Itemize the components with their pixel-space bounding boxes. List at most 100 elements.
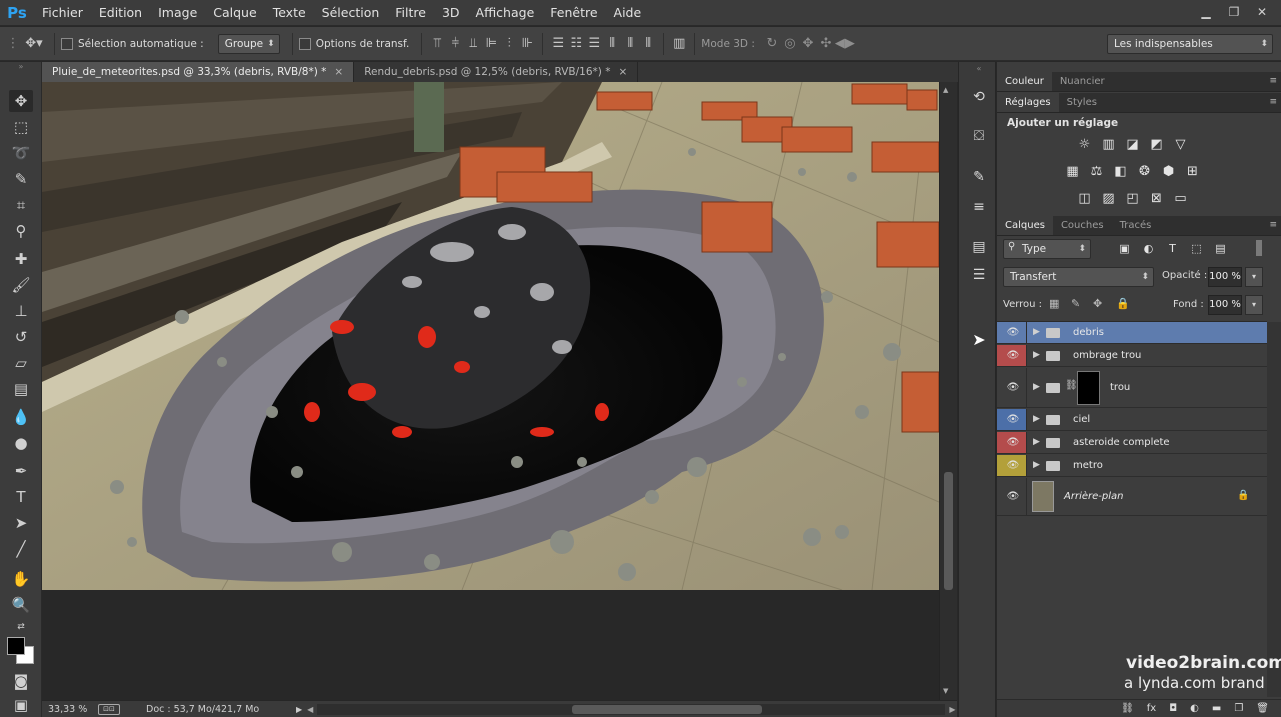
pen-tool-icon[interactable]: ✒ (9, 460, 33, 482)
eye-icon[interactable]: 👁 (1006, 383, 1020, 393)
invert-icon[interactable]: ◫ (1076, 190, 1093, 207)
shape-tool-icon[interactable]: ╱ (9, 538, 33, 560)
vertical-scrollbar[interactable]: ▲ ▼ (939, 82, 957, 700)
transform-controls-checkbox[interactable] (298, 37, 311, 50)
delete-layer-icon[interactable]: 🗑 (1256, 703, 1269, 714)
eraser-tool-icon[interactable]: ▱ (9, 352, 33, 374)
channel-mixer-icon[interactable]: ⬢ (1160, 163, 1177, 180)
lock-transparency-icon[interactable]: ▦ (1049, 297, 1059, 310)
posterize-icon[interactable]: ▨ (1100, 190, 1117, 207)
tab-styles[interactable]: Styles (1059, 93, 1105, 112)
3d-scale-icon[interactable]: ◀▶ (835, 35, 855, 53)
hue-saturation-icon[interactable]: ▦ (1064, 163, 1081, 180)
menu-fichier[interactable]: Fichier (34, 0, 91, 26)
align-hcenter-icon[interactable]: ⫶ (500, 35, 518, 53)
swap-colors-icon[interactable]: ⇄ (9, 616, 33, 638)
opacity-slider-icon[interactable]: ▾ (1245, 267, 1263, 287)
fill-slider-icon[interactable]: ▾ (1245, 295, 1263, 315)
fill-field[interactable]: 100 % (1208, 295, 1242, 315)
menu-selection[interactable]: Sélection (314, 0, 388, 26)
hand-tool-icon[interactable]: ✋ (9, 568, 33, 590)
tab-nuancier[interactable]: Nuancier (1052, 72, 1113, 91)
align-top-icon[interactable]: ⫪ (428, 35, 446, 53)
collapse-tools-icon[interactable]: » (9, 62, 33, 72)
minimize-icon[interactable]: ▁ (1195, 3, 1217, 21)
filter-smartobject-icon[interactable]: ▤ (1212, 240, 1229, 257)
horizontal-scroll-thumb[interactable] (572, 704, 763, 714)
brush-tool-icon[interactable]: 🖌 (9, 274, 33, 296)
3d-slide-icon[interactable]: ✣ (817, 35, 835, 53)
layer-style-icon[interactable]: fx (1147, 703, 1156, 714)
tab-calques[interactable]: Calques (997, 216, 1053, 235)
expand-group-icon[interactable]: ▶ (1033, 327, 1040, 337)
layer-row-arriere-plan[interactable]: 👁 Arrière-plan 🔒 (997, 478, 1267, 516)
filter-pixel-icon[interactable]: ▣ (1116, 240, 1133, 257)
eye-icon[interactable]: 👁 (1006, 415, 1020, 425)
layer-filter-dropdown[interactable]: Type (1003, 239, 1091, 259)
tab-pluie-de-meteorites[interactable]: Pluie_de_meteorites.psd @ 33,3% (debris,… (42, 62, 355, 82)
color-lookup-icon[interactable]: ⊞ (1184, 163, 1201, 180)
distribute-vcenter-icon[interactable]: ☷ (567, 35, 585, 53)
menu-texte[interactable]: Texte (265, 0, 314, 26)
3d-rotate-icon[interactable]: ↻ (763, 35, 781, 53)
lock-position-icon[interactable]: ✥ (1093, 297, 1102, 310)
layer-row-ombrage-trou[interactable]: 👁 ▶ ombrage trou (997, 345, 1267, 367)
photo-filter-icon[interactable]: ❂ (1136, 163, 1153, 180)
foreground-color-swatch[interactable] (7, 637, 25, 655)
zoom-tool-icon[interactable]: 🔍 (9, 594, 33, 616)
gradient-tool-icon[interactable]: ▤ (9, 378, 33, 400)
eye-icon[interactable]: 👁 (1006, 438, 1020, 448)
eye-icon[interactable]: 👁 (1006, 461, 1020, 471)
eye-icon[interactable]: 👁 (1006, 351, 1020, 361)
auto-select-dropdown[interactable]: Groupe (217, 33, 280, 54)
black-white-icon[interactable]: ◧ (1112, 163, 1129, 180)
tab-close-icon[interactable]: × (334, 66, 343, 78)
hscroll-left-icon[interactable]: ◀ (307, 705, 313, 714)
menu-edition[interactable]: Edition (91, 0, 150, 26)
layer-row-trou[interactable]: 👁 ▶ ⛓ trou (997, 368, 1267, 408)
curves-icon[interactable]: ◪ (1124, 136, 1141, 153)
gradient-map-icon[interactable]: ▭ (1172, 190, 1189, 207)
close-icon[interactable]: ✕ (1251, 3, 1273, 21)
history-brush-tool-icon[interactable]: ↺ (9, 326, 33, 348)
document-canvas[interactable] (42, 82, 939, 590)
threshold-icon[interactable]: ◰ (1124, 190, 1141, 207)
blend-mode-dropdown[interactable]: Transfert (1003, 267, 1154, 287)
brush-presets-icon[interactable]: ≡ (968, 197, 990, 217)
3d-roll-icon[interactable]: ◎ (781, 35, 799, 53)
new-layer-icon[interactable]: ❐ (1234, 703, 1243, 714)
collapse-dock-icon[interactable]: « (968, 64, 990, 74)
align-right-icon[interactable]: ⊪ (518, 35, 536, 53)
levels-icon[interactable]: ▥ (1100, 136, 1117, 153)
vertical-scroll-thumb[interactable] (944, 472, 953, 590)
crop-tool-icon[interactable]: ⌗ (9, 194, 33, 216)
auto-align-icon[interactable]: ▥ (670, 35, 688, 53)
quick-selection-tool-icon[interactable]: ✎ (9, 168, 33, 190)
add-mask-icon[interactable]: ◘ (1169, 703, 1177, 714)
blur-tool-icon[interactable]: 💧 (9, 406, 33, 428)
clone-stamp-tool-icon[interactable]: ⊥ (9, 300, 33, 322)
selective-color-icon[interactable]: ⊠ (1148, 190, 1165, 207)
panel-menu-icon[interactable]: ≡ (1269, 97, 1277, 107)
panel-menu-icon[interactable]: ≡ (1269, 76, 1277, 86)
menu-calque[interactable]: Calque (205, 0, 264, 26)
tab-couleur[interactable]: Couleur (997, 72, 1052, 91)
3d-panel-icon[interactable]: ⛋ (968, 126, 990, 146)
filter-toggle[interactable] (1256, 240, 1262, 256)
expand-group-icon[interactable]: ▶ (1033, 350, 1040, 360)
dodge-tool-icon[interactable]: ● (9, 432, 33, 454)
history-panel-icon[interactable]: ⟲ (968, 87, 990, 107)
properties-panel-icon[interactable]: ▤ (968, 237, 990, 257)
eye-icon[interactable]: 👁 (1006, 328, 1020, 338)
exposure-icon[interactable]: ◩ (1148, 136, 1165, 153)
align-left-icon[interactable]: ⊫ (482, 35, 500, 53)
horizontal-scrollbar[interactable] (317, 703, 946, 715)
marquee-tool-icon[interactable]: ⬚ (9, 116, 33, 138)
move-tool-icon[interactable]: ✥ (9, 90, 33, 112)
zoom-level[interactable]: 33,33 % (48, 704, 92, 715)
lock-pixels-icon[interactable]: ✎ (1071, 297, 1080, 310)
expand-group-icon[interactable]: ▶ (1033, 437, 1040, 447)
layer-row-debris[interactable]: 👁 ▶ debris (997, 322, 1267, 344)
distribute-right-icon[interactable]: ⦀ (639, 35, 657, 53)
expand-group-icon[interactable]: ▶ (1033, 414, 1040, 424)
